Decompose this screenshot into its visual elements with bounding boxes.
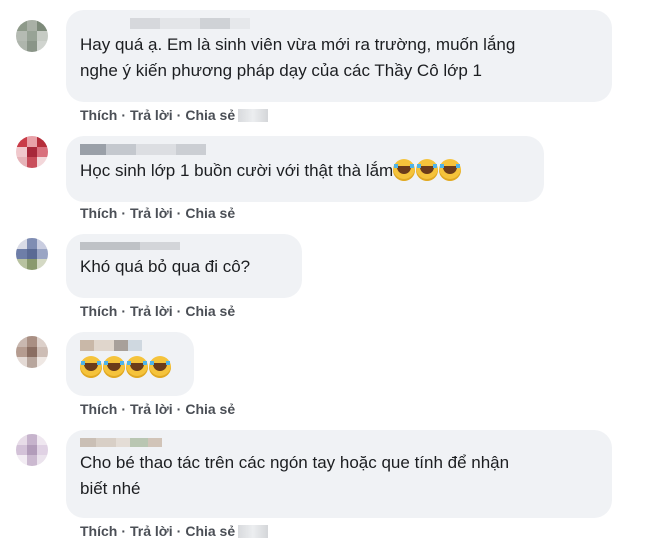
separator: · (176, 205, 182, 221)
reply-link[interactable]: Trả lời (130, 303, 173, 319)
comment-text: Khó quá bỏ qua đi cô? (80, 257, 251, 276)
reply-link[interactable]: Trả lời (130, 523, 173, 539)
avatar[interactable] (16, 20, 48, 52)
laughing-tears-emoji-icon (393, 159, 416, 181)
share-link[interactable]: Chia sẻ (185, 205, 235, 221)
separator: · (176, 107, 182, 123)
separator: · (176, 401, 182, 417)
avatar[interactable] (16, 238, 48, 270)
laughing-tears-emoji-icon (439, 159, 462, 181)
like-link[interactable]: Thích (80, 523, 117, 539)
comment-bubble: Học sinh lớp 1 buồn cười với thật thà lắ… (66, 136, 544, 202)
timestamp-blurred[interactable] (238, 524, 269, 538)
avatar[interactable] (16, 136, 48, 168)
timestamp-blurred[interactable] (238, 108, 269, 122)
comment-bubble (66, 332, 194, 396)
like-link[interactable]: Thích (80, 205, 117, 221)
commenter-name-blurred[interactable] (80, 340, 180, 351)
comment-actions: Thích · Trả lời · Chia sẻ (80, 303, 235, 319)
separator: · (121, 303, 127, 319)
avatar[interactable] (16, 434, 48, 466)
reply-link[interactable]: Trả lời (130, 401, 173, 417)
commenter-name-blurred[interactable] (80, 144, 530, 155)
laughing-tears-emoji-icon (126, 356, 148, 378)
laughing-tears-emoji-icon (80, 356, 102, 378)
avatar[interactable] (16, 336, 48, 368)
like-link[interactable]: Thích (80, 401, 117, 417)
comment-bubble: Hay quá ạ. Em là sinh viên vừa mới ra tr… (66, 10, 612, 102)
separator: · (176, 303, 182, 319)
comment-text: Cho bé thao tác trên các ngón tay hoặc q… (80, 453, 510, 498)
separator: · (121, 401, 127, 417)
share-link[interactable]: Chia sẻ (185, 401, 235, 417)
comment-actions: Thích · Trả lời · Chia sẻ (80, 523, 269, 539)
separator: · (121, 107, 127, 123)
comment-actions: Thích · Trả lời · Chia sẻ (80, 205, 235, 221)
reply-link[interactable]: Trả lời (130, 205, 173, 221)
like-link[interactable]: Thích (80, 303, 117, 319)
share-link[interactable]: Chia sẻ (185, 303, 235, 319)
laughing-tears-emoji-icon (149, 356, 171, 378)
reply-link[interactable]: Trả lời (130, 107, 173, 123)
commenter-name-blurred[interactable] (130, 18, 598, 29)
share-link[interactable]: Chia sẻ (185, 107, 235, 123)
laughing-tears-emoji-icon (416, 159, 439, 181)
separator: · (121, 205, 127, 221)
comment-text (80, 354, 180, 381)
comment-text: Học sinh lớp 1 buồn cười với thật thà lắ… (80, 158, 530, 184)
comment-bubble: Khó quá bỏ qua đi cô? (66, 234, 302, 298)
share-link[interactable]: Chia sẻ (185, 523, 235, 539)
comment-text: Hay quá ạ. Em là sinh viên vừa mới ra tr… (80, 35, 516, 80)
like-link[interactable]: Thích (80, 107, 117, 123)
comment-actions: Thích · Trả lời · Chia sẻ (80, 107, 269, 123)
commenter-name-blurred[interactable] (80, 438, 598, 447)
comment-bubble: Cho bé thao tác trên các ngón tay hoặc q… (66, 430, 612, 518)
separator: · (176, 523, 182, 539)
comment-actions: Thích · Trả lời · Chia sẻ (80, 401, 235, 417)
commenter-name-blurred[interactable] (80, 242, 288, 250)
laughing-tears-emoji-icon (103, 356, 125, 378)
separator: · (121, 523, 127, 539)
